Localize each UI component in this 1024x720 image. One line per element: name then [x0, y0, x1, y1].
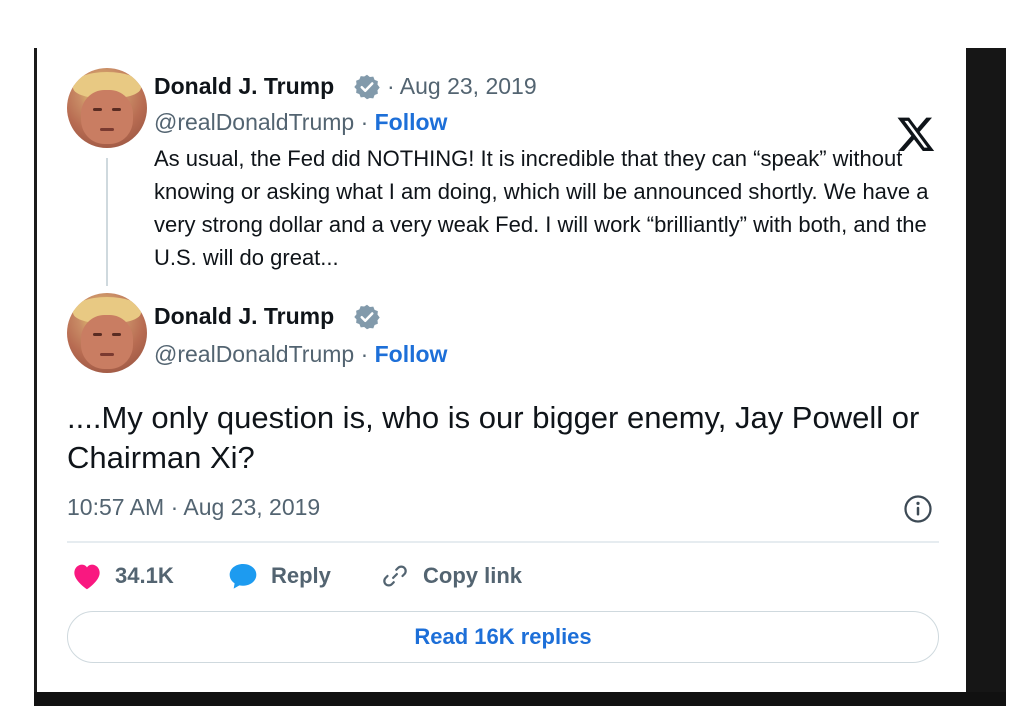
parent-author-handle-row: @realDonaldTrump · Follow	[154, 109, 447, 136]
like-button[interactable]: 34.1K	[71, 559, 174, 593]
parent-author-name[interactable]: Donald J. Trump	[154, 73, 334, 100]
main-tweet-text: ....My only question is, who is our bigg…	[67, 400, 920, 475]
copy-link-button[interactable]: Copy link	[379, 559, 522, 593]
copy-link-label: Copy link	[423, 563, 523, 588]
main-follow-link[interactable]: Follow	[375, 341, 448, 367]
verified-badge-icon	[354, 74, 380, 100]
main-author-handle-row: @realDonaldTrump · Follow	[154, 341, 447, 368]
parent-follow-link[interactable]: Follow	[375, 109, 448, 135]
parent-author-avatar[interactable]	[67, 68, 147, 148]
tweet-embed-card: Donald J. Trump · Aug 23, 2019 @realDona…	[37, 48, 966, 692]
heart-icon	[74, 564, 100, 590]
parent-tweet-date[interactable]: · Aug 23, 2019	[387, 73, 537, 100]
reply-label: Reply	[271, 563, 331, 588]
thread-connector-line	[106, 158, 108, 286]
parent-author-handle[interactable]: @realDonaldTrump ·	[154, 109, 368, 135]
embed-frame-right-edge	[966, 48, 1006, 706]
tweet-timestamp[interactable]: 10:57 AM · Aug 23, 2019	[67, 494, 320, 521]
read-replies-button[interactable]: Read 16K replies	[67, 611, 939, 663]
main-author-name[interactable]: Donald J. Trump	[154, 303, 334, 330]
actions-divider	[67, 541, 939, 543]
link-icon	[383, 565, 407, 587]
reply-button[interactable]: Reply	[227, 559, 331, 593]
read-replies-label: Read 16K replies	[414, 624, 592, 649]
info-icon[interactable]	[903, 494, 933, 524]
verified-badge-icon	[354, 304, 380, 330]
reply-bubble-icon	[229, 564, 257, 589]
main-author-handle[interactable]: @realDonaldTrump ·	[154, 341, 368, 367]
embed-frame-bottom-edge	[34, 692, 1006, 706]
parent-tweet-text: As usual, the Fed did NOTHING! It is inc…	[154, 146, 929, 270]
like-count: 34.1K	[115, 563, 174, 588]
main-author-avatar[interactable]	[67, 293, 147, 373]
